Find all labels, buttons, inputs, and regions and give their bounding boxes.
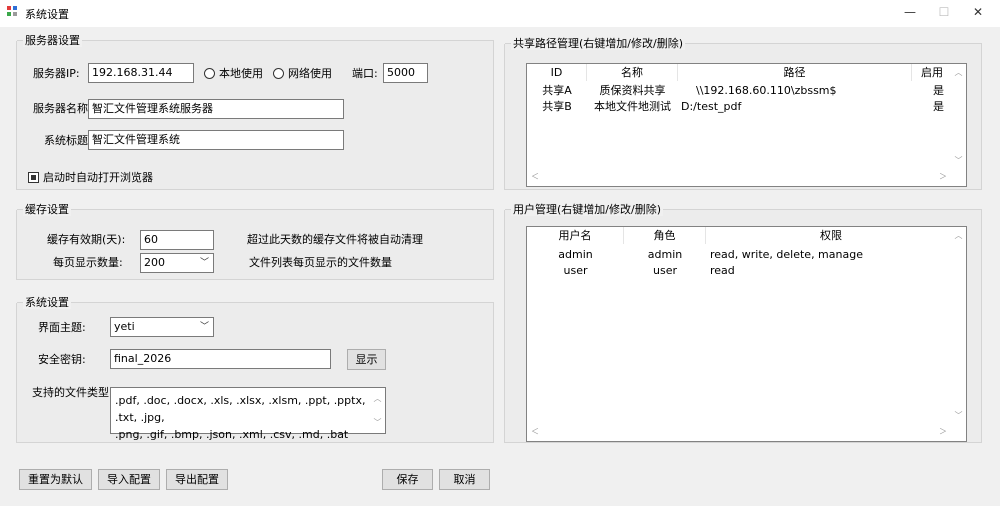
shares-col-enabled[interactable]: 启用 xyxy=(912,64,952,81)
radio-local-label: 本地使用 xyxy=(219,67,263,80)
cache-settings-group: 缓存设置 缓存有效期(天): 60 超过此天数的缓存文件将被自动清理 每页显示数… xyxy=(16,203,494,280)
file-types-line-2: .png, .gif, .bmp, .json, .xml, .csv, .md… xyxy=(115,428,349,441)
scroll-up-icon[interactable]: ︿ xyxy=(951,67,966,78)
theme-value: yeti xyxy=(114,320,135,333)
scroll-up-icon[interactable]: ︿ xyxy=(370,390,385,407)
user-perms: read xyxy=(710,264,735,277)
scroll-up-icon[interactable]: ︿ xyxy=(951,230,966,241)
file-types-scrollbar[interactable]: ︿ ﹀ xyxy=(370,388,385,433)
cache-expiry-hint: 超过此天数的缓存文件将被自动清理 xyxy=(247,233,423,246)
share-name: 质保资料共享 xyxy=(599,84,666,97)
system-settings-title: 系统设置 xyxy=(23,296,71,309)
server-settings-group: 服务器设置 服务器IP: 192.168.31.44 本地使用 网络使用 端口:… xyxy=(16,34,494,190)
server-name-input[interactable]: 智汇文件管理系统服务器 xyxy=(88,99,344,119)
reset-defaults-button[interactable]: 重置为默认 xyxy=(19,469,92,490)
users-vscroll[interactable]: ︿ ﹀ xyxy=(951,227,966,424)
file-types-label: 支持的文件类型: xyxy=(32,386,113,399)
users-table[interactable]: 用户名 角色 权限 admin admin read, write, delet… xyxy=(526,226,967,442)
minimize-button[interactable]: — xyxy=(893,0,927,27)
page-size-select[interactable]: 200 ﹀ xyxy=(140,253,214,273)
security-key-label: 安全密钥: xyxy=(38,353,86,366)
page-size-hint: 文件列表每页显示的文件数量 xyxy=(249,256,392,269)
maximize-button[interactable]: ☐ xyxy=(927,0,961,27)
import-config-button[interactable]: 导入配置 xyxy=(98,469,160,490)
show-key-button[interactable]: 显示 xyxy=(347,349,386,370)
users-col-role[interactable]: 角色 xyxy=(624,227,706,244)
scroll-down-icon[interactable]: ﹀ xyxy=(951,155,966,166)
save-button[interactable]: 保存 xyxy=(382,469,433,490)
page-size-label: 每页显示数量: xyxy=(53,256,123,269)
page-size-value: 200 xyxy=(144,256,165,269)
cache-expiry-label: 缓存有效期(天): xyxy=(47,233,126,246)
users-col-username[interactable]: 用户名 xyxy=(527,227,624,244)
shares-col-name[interactable]: 名称 xyxy=(587,64,678,81)
system-title-input[interactable]: 智汇文件管理系统 xyxy=(88,130,344,150)
file-types-textarea[interactable]: .pdf, .doc, .docx, .xls, .xlsx, .xlsm, .… xyxy=(110,387,386,441)
cache-expiry-input[interactable]: 60 xyxy=(140,230,214,250)
shares-group: 共享路径管理(右键增加/修改/删除) ID 名称 路径 启用 共享A 质保资料共… xyxy=(504,37,982,190)
cache-settings-title: 缓存设置 xyxy=(23,203,71,216)
radio-network[interactable] xyxy=(273,68,284,79)
radio-local[interactable] xyxy=(204,68,215,79)
title-bar: 系统设置 — ☐ ✕ xyxy=(0,0,1000,27)
scroll-left-icon[interactable]: ＜ xyxy=(531,426,539,437)
autostart-checkbox[interactable] xyxy=(28,172,39,183)
user-role: admin xyxy=(647,248,683,261)
app-icon xyxy=(7,6,19,18)
users-hscroll[interactable]: ＜ ＞ xyxy=(527,424,951,441)
users-col-perms[interactable]: 权限 xyxy=(706,227,956,244)
share-name: 本地文件地测试 xyxy=(594,100,671,113)
cancel-button[interactable]: 取消 xyxy=(439,469,490,490)
shares-table[interactable]: ID 名称 路径 启用 共享A 质保资料共享 \\192.168.60.110\… xyxy=(526,63,967,187)
user-perms: read, write, delete, manage xyxy=(710,248,863,261)
shares-vscroll[interactable]: ︿ ﹀ xyxy=(951,64,966,169)
autostart-label: 启动时自动打开浏览器 xyxy=(43,171,153,184)
server-ip-input[interactable]: 192.168.31.44 xyxy=(88,63,194,83)
scroll-right-icon[interactable]: ＞ xyxy=(939,426,947,437)
share-id: 共享B xyxy=(542,100,572,113)
shares-col-id[interactable]: ID xyxy=(527,64,587,81)
share-path: D:/test_pdf xyxy=(681,100,742,113)
scroll-left-icon[interactable]: ＜ xyxy=(531,171,539,182)
users-title: 用户管理(右键增加/修改/删除) xyxy=(511,203,663,216)
server-ip-label: 服务器IP: xyxy=(33,67,80,80)
server-name-label: 服务器名称: xyxy=(33,102,92,115)
file-types-line-1: .pdf, .doc, .docx, .xls, .xlsx, .xlsm, .… xyxy=(115,394,366,424)
window-title: 系统设置 xyxy=(25,8,69,21)
port-input[interactable]: 5000 xyxy=(383,63,428,83)
system-settings-group: 系统设置 界面主题: yeti ﹀ 安全密钥: final_2026 显示 支持… xyxy=(16,296,494,443)
shares-hscroll[interactable]: ＜ ＞ xyxy=(527,169,951,186)
system-title-label: 系统标题: xyxy=(44,134,92,147)
close-button[interactable]: ✕ xyxy=(961,0,995,27)
shares-title: 共享路径管理(右键增加/修改/删除) xyxy=(511,37,685,50)
chevron-down-icon: ﹀ xyxy=(199,258,209,268)
user-name: admin xyxy=(558,248,593,261)
user-role: user xyxy=(653,264,677,277)
port-label: 端口: xyxy=(352,67,378,80)
theme-select[interactable]: yeti ﹀ xyxy=(110,317,214,337)
server-settings-title: 服务器设置 xyxy=(23,34,82,47)
users-group: 用户管理(右键增加/修改/删除) 用户名 角色 权限 admin admin r… xyxy=(504,203,982,443)
scroll-down-icon[interactable]: ﹀ xyxy=(370,414,385,431)
theme-label: 界面主题: xyxy=(38,321,86,334)
chevron-down-icon: ﹀ xyxy=(199,322,209,332)
radio-network-label: 网络使用 xyxy=(288,67,332,80)
share-id: 共享A xyxy=(542,84,572,97)
scroll-right-icon[interactable]: ＞ xyxy=(939,171,947,182)
scroll-down-icon[interactable]: ﹀ xyxy=(951,410,966,421)
user-name: user xyxy=(563,264,588,277)
shares-col-path[interactable]: 路径 xyxy=(678,64,912,81)
export-config-button[interactable]: 导出配置 xyxy=(166,469,228,490)
security-key-input[interactable]: final_2026 xyxy=(110,349,331,369)
share-path: \\192.168.60.110\zbssm$ xyxy=(696,84,837,97)
